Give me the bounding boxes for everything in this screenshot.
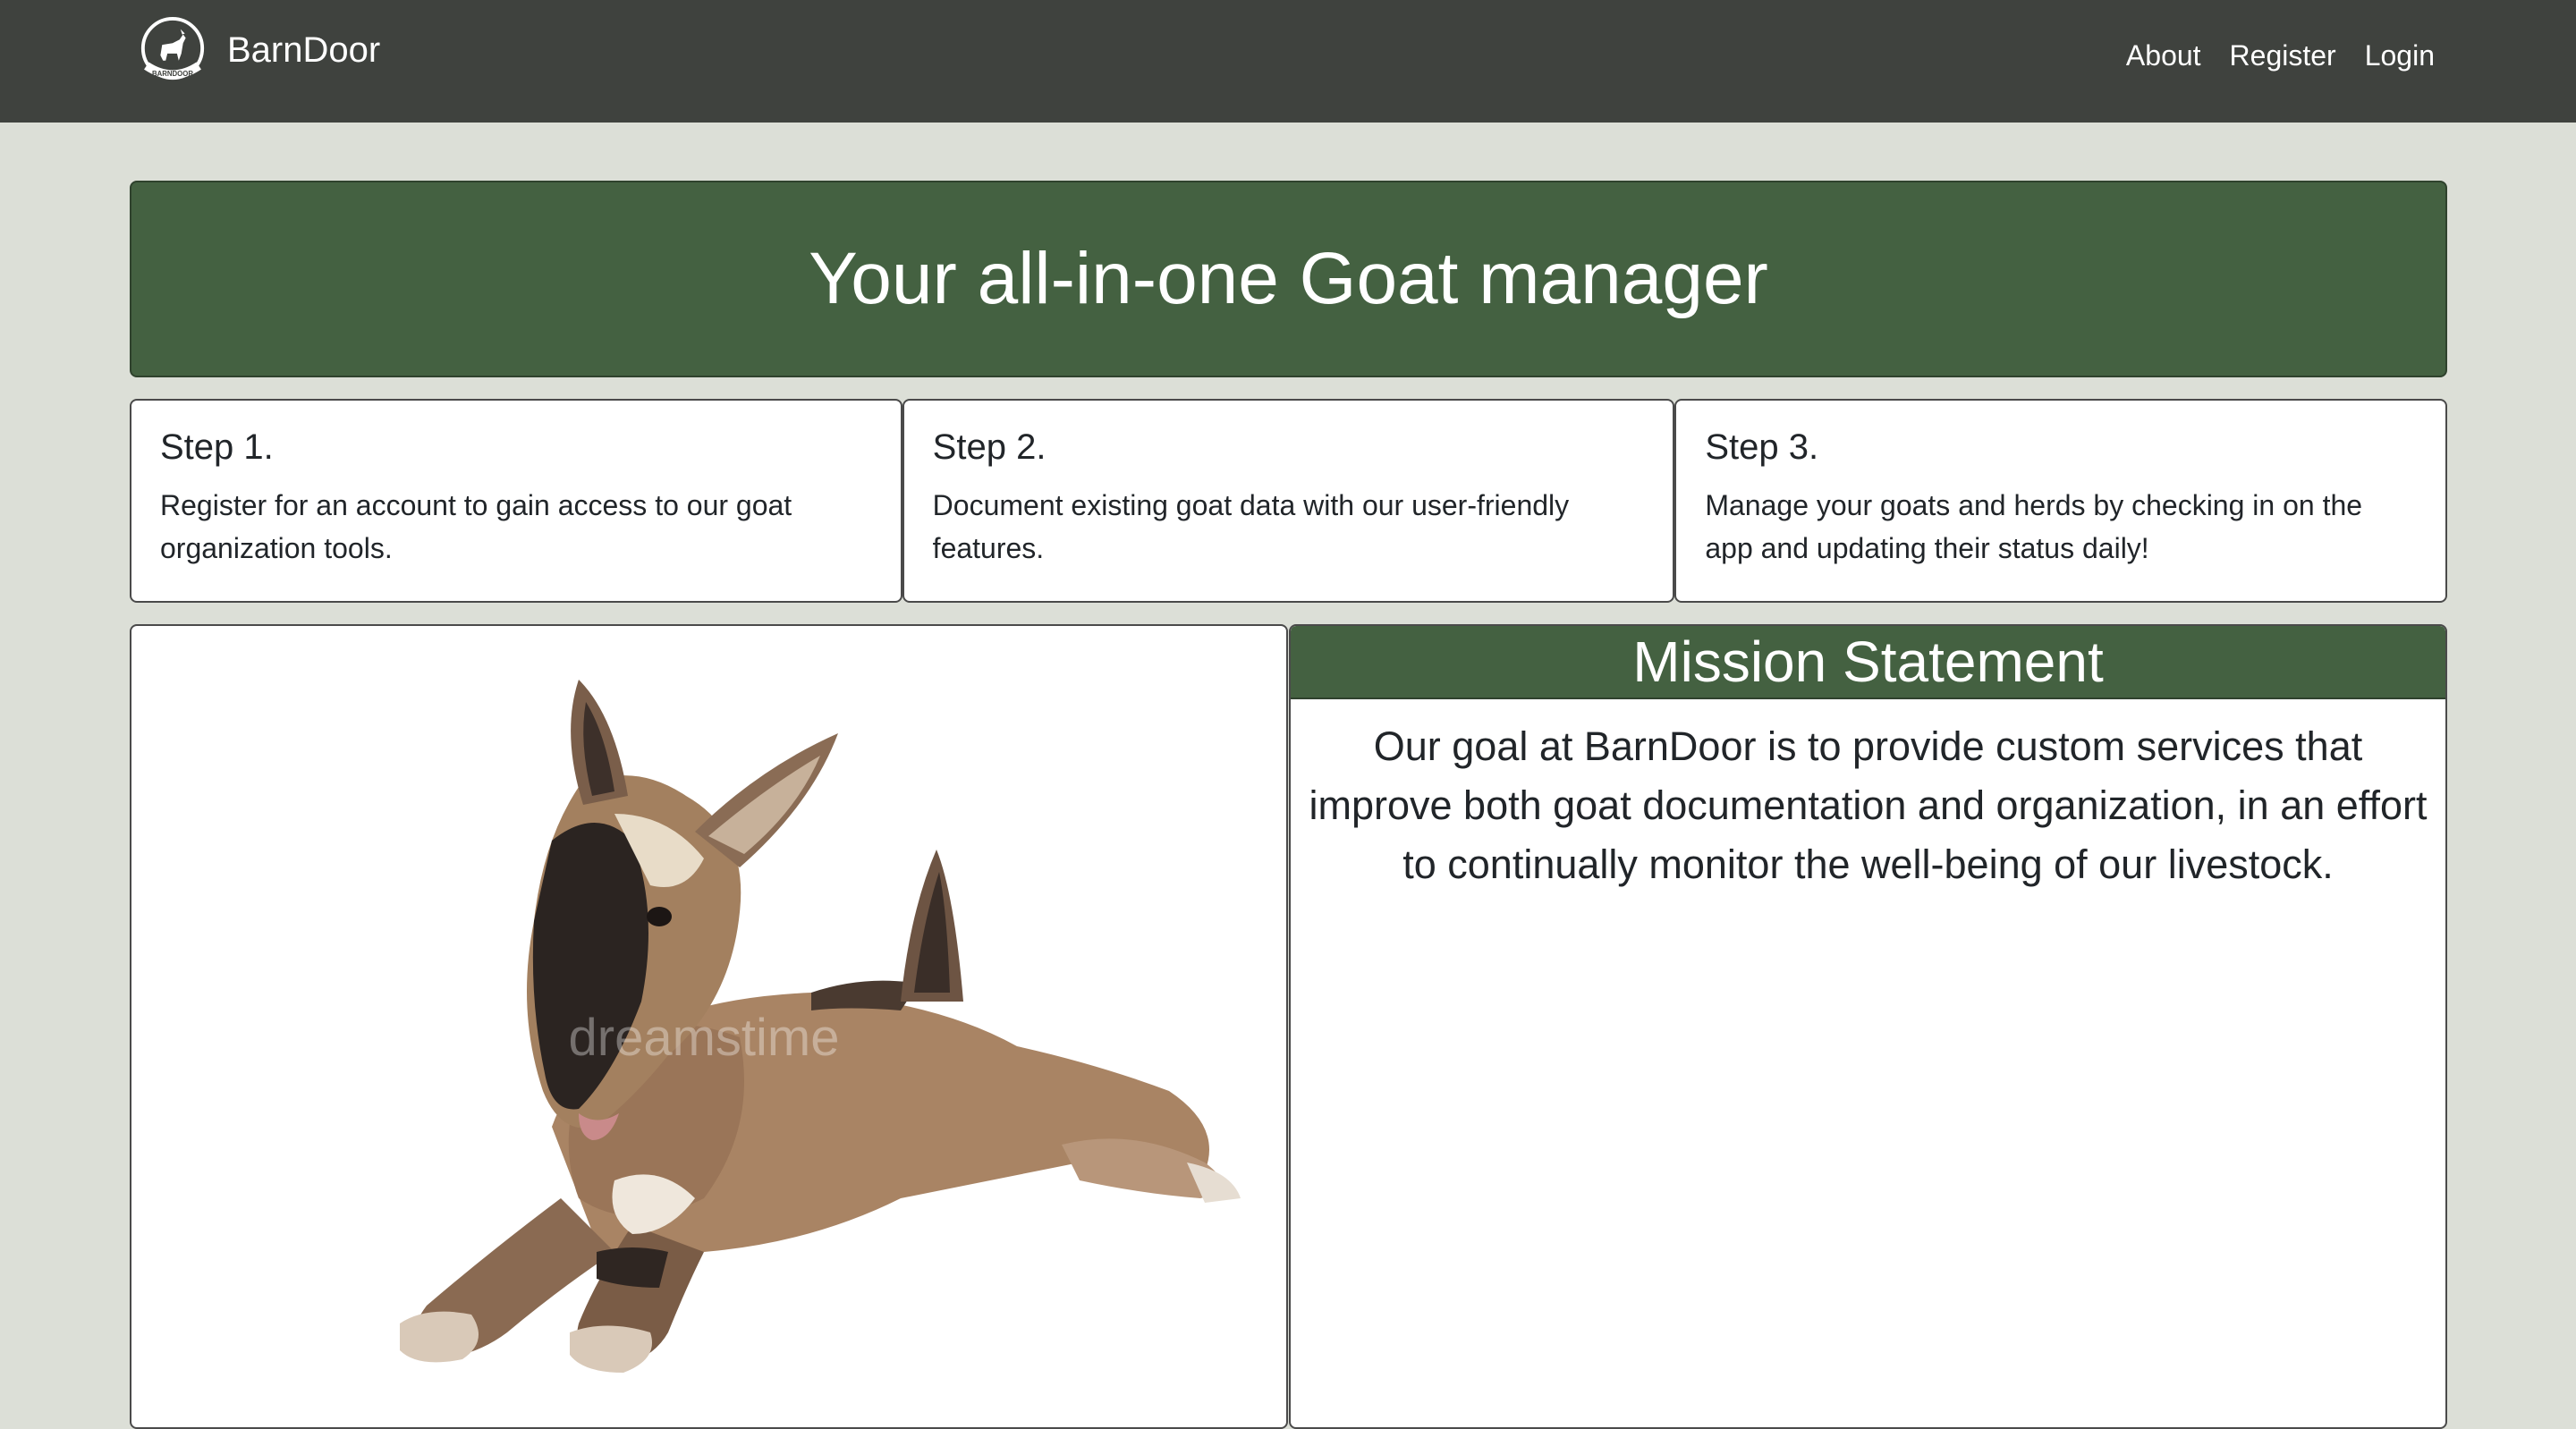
nav-link-login[interactable]: Login: [2365, 34, 2435, 77]
mission-text: Our goal at BarnDoor is to provide custo…: [1309, 723, 2428, 887]
step-text: Register for an account to gain access t…: [160, 489, 792, 564]
barndoor-logo-icon: BARNDOOR: [140, 16, 205, 80]
navbar: BARNDOOR BarnDoor About Register Login: [0, 0, 2576, 123]
step-title: Step 2.: [932, 427, 1046, 467]
logo-lettering: BARNDOOR: [152, 70, 193, 78]
mission-card: Mission Statement Our goal at BarnDoor i…: [1289, 624, 2447, 1429]
step-card-1: Step 1. Register for an account to gain …: [130, 399, 902, 603]
mission-title: Mission Statement: [1632, 630, 2104, 694]
step-text: Manage your goats and herds by checking …: [1705, 489, 2363, 564]
nav-links: About Register Login: [2126, 34, 2435, 77]
nav-link-register[interactable]: Register: [2230, 34, 2336, 77]
step-card-3: Step 3. Manage your goats and herds by c…: [1674, 399, 2448, 603]
brand-link[interactable]: BARNDOOR BarnDoor: [138, 14, 380, 86]
hero-title: Your all-in-one Goat manager: [809, 238, 1768, 319]
hero-banner: Your all-in-one Goat manager: [130, 181, 2447, 377]
brand-name: BarnDoor: [227, 30, 381, 70]
step-text: Document existing goat data with our use…: [932, 489, 1570, 564]
step-title: Step 1.: [160, 427, 274, 467]
steps-row: Step 1. Register for an account to gain …: [130, 399, 2448, 603]
nav-link-about[interactable]: About: [2126, 34, 2201, 77]
image-watermark: dreamstime: [569, 1009, 840, 1067]
goat-image-card: dreamstime: [130, 624, 1288, 1429]
goat-photo: dreamstime: [400, 680, 1241, 1373]
mission-header: Mission Statement: [1291, 626, 2445, 699]
step-title: Step 3.: [1705, 427, 1819, 467]
step-card-2: Step 2. Document existing goat data with…: [902, 399, 1675, 603]
